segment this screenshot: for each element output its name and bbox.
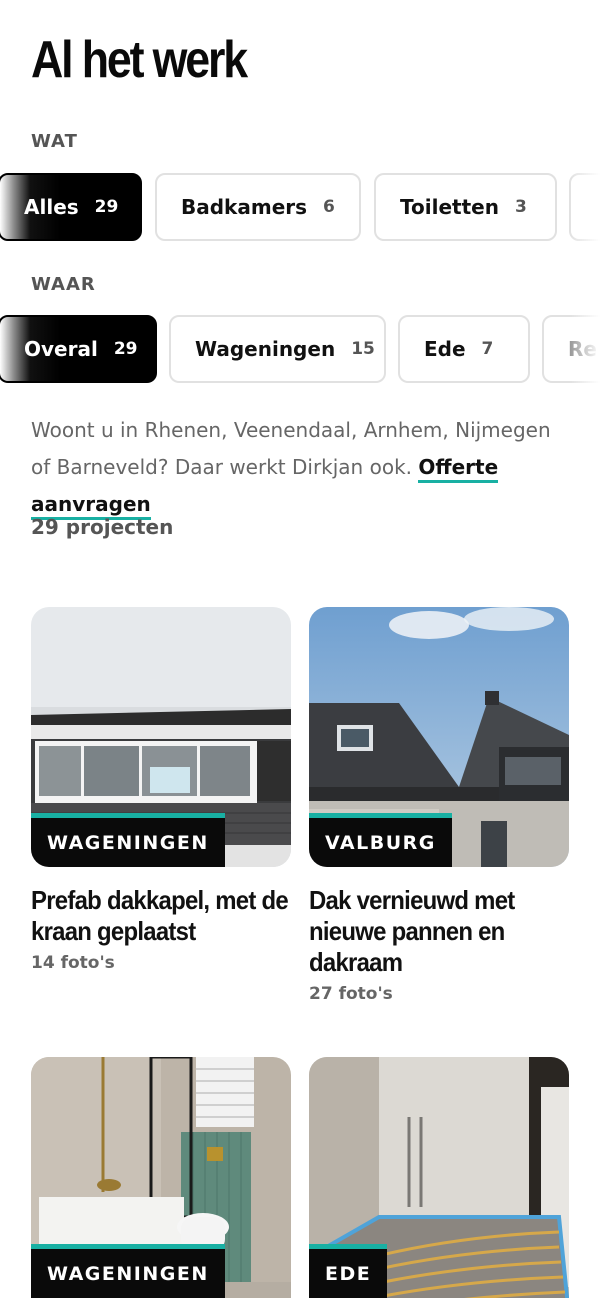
chip-toiletten[interactable]: Toiletten 3 bbox=[374, 173, 557, 241]
project-card[interactable]: EDE bbox=[309, 1057, 569, 1298]
filter-where-label: WAAR bbox=[31, 274, 96, 295]
chip-label: Overal bbox=[24, 337, 98, 361]
chip-label: Ede bbox=[424, 337, 466, 361]
location-badge: WAGENINGEN bbox=[31, 813, 225, 867]
chip-label: Toiletten bbox=[400, 195, 499, 219]
project-card[interactable]: WAGENINGEN bbox=[31, 1057, 291, 1298]
project-card[interactable]: WAGENINGEN Prefab dakkapel, met de kraan… bbox=[31, 607, 291, 973]
chip-badkamers[interactable]: Badkamers 6 bbox=[155, 173, 361, 241]
filter-what-label: WAT bbox=[31, 131, 78, 152]
project-card[interactable]: VALBURG Dak vernieuwd met nieuwe pannen … bbox=[309, 607, 569, 1004]
filter-what-row: Alles 29 Badkamers 6 Toiletten 3 bbox=[0, 173, 600, 243]
location-badge: VALBURG bbox=[309, 813, 452, 867]
chip-label: Alles bbox=[24, 195, 79, 219]
chip-count: 15 bbox=[351, 339, 375, 359]
chip-label: Badkamers bbox=[181, 195, 308, 219]
photo-count: 14 foto's bbox=[31, 953, 115, 973]
chip-count: 7 bbox=[481, 339, 494, 359]
intro-text: Woont u in Rhenen, Veenendaal, Arnhem, N… bbox=[31, 412, 576, 523]
project-title[interactable]: Prefab dakkapel, met de kraan geplaatst bbox=[31, 885, 289, 947]
scroll-fade bbox=[570, 315, 600, 385]
project-title[interactable]: Dak vernieuwd met nieuwe pannen en dakra… bbox=[309, 885, 567, 978]
chip-overal[interactable]: Overal 29 bbox=[0, 315, 157, 383]
project-image[interactable]: EDE bbox=[309, 1057, 569, 1298]
chip-count: 29 bbox=[113, 339, 138, 359]
chip-count: 29 bbox=[94, 197, 119, 217]
photo-count: 27 foto's bbox=[309, 984, 393, 1004]
chip-count: 6 bbox=[323, 197, 335, 217]
scroll-fade bbox=[570, 173, 600, 243]
chip-wageningen[interactable]: Wageningen 15 bbox=[169, 315, 386, 383]
chip-ede[interactable]: Ede 7 bbox=[398, 315, 530, 383]
location-badge: EDE bbox=[309, 1244, 388, 1298]
filter-where-row: Overal 29 Wageningen 15 Ede 7 Re bbox=[0, 315, 600, 385]
project-count: 29 projecten bbox=[31, 515, 174, 539]
page-title: Al het werk bbox=[31, 31, 248, 89]
project-image[interactable]: WAGENINGEN bbox=[31, 607, 291, 867]
project-image[interactable]: WAGENINGEN bbox=[31, 1057, 291, 1298]
location-badge: WAGENINGEN bbox=[31, 1244, 225, 1298]
chip-count: 3 bbox=[514, 197, 527, 217]
chip-label: Wageningen bbox=[195, 337, 336, 361]
chip-alles[interactable]: Alles 29 bbox=[0, 173, 142, 241]
project-image[interactable]: VALBURG bbox=[309, 607, 569, 867]
